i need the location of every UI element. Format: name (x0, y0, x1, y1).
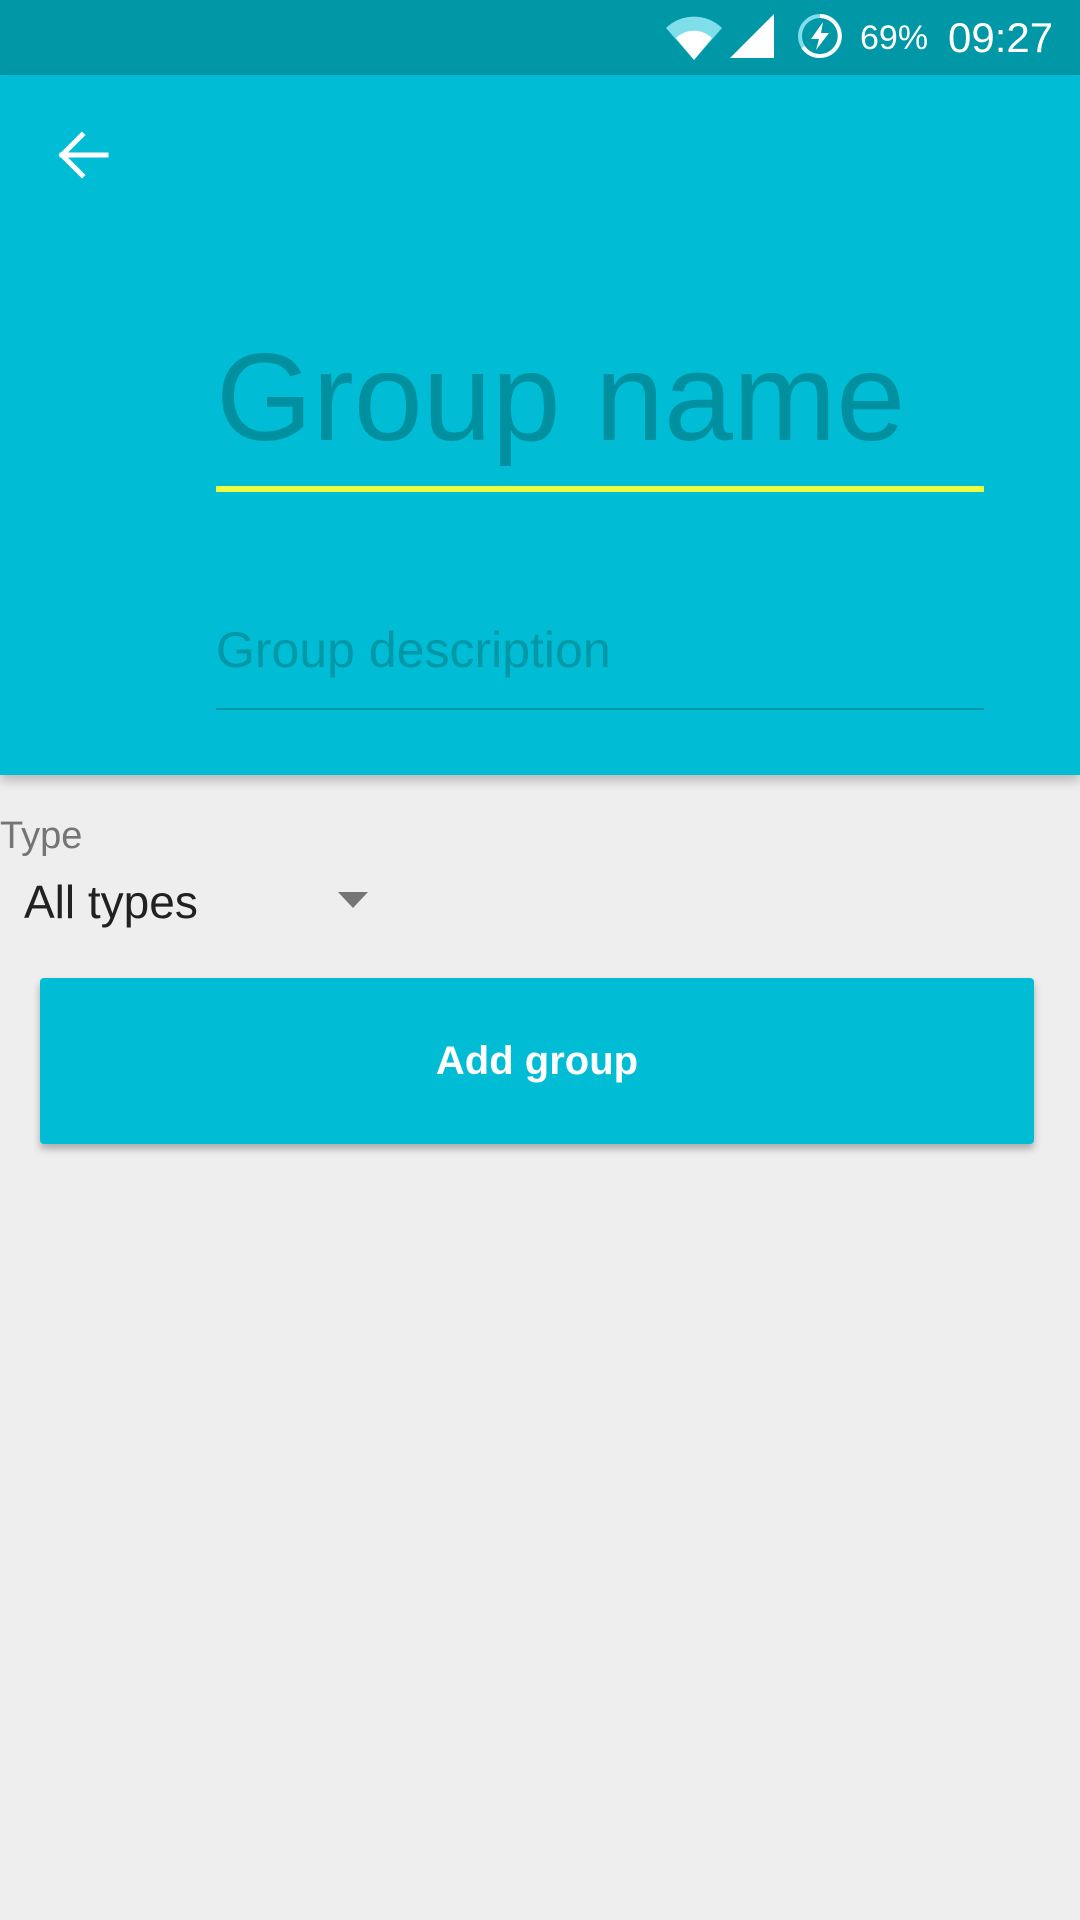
group-description-placeholder: Group description (216, 622, 611, 678)
dropdown-arrow-icon (338, 892, 368, 908)
add-group-button[interactable]: Add group (40, 978, 1034, 1144)
battery-percentage: 69% (860, 19, 929, 57)
type-selected-value: All types (24, 876, 198, 928)
type-label: Type (0, 815, 83, 857)
type-dropdown[interactable]: All types (0, 866, 380, 936)
wifi-icon (666, 16, 722, 60)
battery-charging-icon (798, 14, 842, 58)
group-name-placeholder: Group name (216, 329, 906, 467)
arrow-left-icon (58, 131, 109, 179)
group-description-input[interactable]: Group description (216, 612, 984, 712)
group-description-underline (216, 708, 984, 710)
back-button[interactable] (38, 110, 128, 200)
group-name-underline (216, 486, 984, 492)
status-bar: 69% 09:27 (0, 0, 1080, 75)
status-clock: 09:27 (948, 14, 1054, 61)
signal-icon (730, 14, 774, 58)
group-name-input[interactable]: Group name (216, 300, 984, 492)
